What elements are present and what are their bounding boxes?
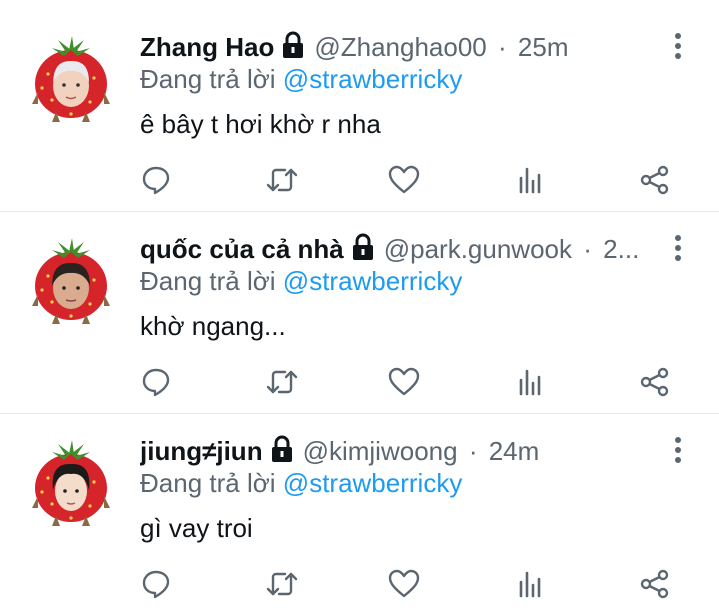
retweet-button[interactable] — [264, 364, 300, 400]
lock-icon — [271, 435, 292, 462]
separator: · — [583, 234, 592, 264]
tweet-item[interactable]: quốc của cả nhà @park.gunwook · 2... Đang… — [0, 212, 719, 413]
bar-chart-icon — [519, 571, 541, 598]
replying-to: Đang trả lời @strawberricky — [140, 467, 462, 499]
views-button[interactable] — [512, 364, 548, 400]
share-button[interactable] — [637, 162, 673, 198]
retweet-icon — [266, 572, 298, 596]
more-vertical-icon[interactable] — [666, 435, 690, 465]
heart-icon — [388, 569, 420, 598]
retweet-icon — [266, 168, 298, 192]
reply-button[interactable] — [138, 162, 174, 198]
tweet-item[interactable]: Zhang Hao @Zhanghao00 · 25m Đang trả lời … — [0, 0, 719, 211]
reply-icon — [142, 570, 170, 599]
views-button[interactable] — [512, 566, 548, 602]
user-handle[interactable]: @Zhanghao00 — [314, 32, 486, 62]
share-icon — [640, 165, 669, 195]
mention-link[interactable]: @strawberricky — [283, 468, 463, 498]
action-bar — [0, 566, 719, 602]
reply-button[interactable] — [138, 364, 174, 400]
retweet-icon — [266, 370, 298, 394]
tweet-text: gì vay troi — [140, 513, 253, 543]
replying-to: Đang trả lời @strawberricky — [140, 265, 462, 297]
mention-link[interactable]: @strawberricky — [283, 64, 463, 94]
heart-icon — [388, 165, 420, 194]
display-name[interactable]: jiung≠jiun — [140, 436, 263, 466]
heart-icon — [388, 367, 420, 396]
share-icon — [640, 569, 669, 599]
replying-to-label: Đang trả lời — [140, 64, 276, 94]
reply-icon — [142, 166, 170, 195]
more-vertical-icon[interactable] — [666, 31, 690, 61]
more-vertical-icon[interactable] — [666, 233, 690, 263]
like-button[interactable] — [386, 566, 422, 602]
share-button[interactable] — [637, 364, 673, 400]
tweet-item[interactable]: jiung≠jiun @kimjiwoong · 24m Đang trả lời… — [0, 414, 719, 610]
display-name[interactable]: Zhang Hao — [140, 32, 274, 62]
bar-chart-icon — [519, 167, 541, 194]
tweet-text: ê bây t hơi khờ r nha — [140, 109, 381, 139]
lock-icon — [352, 233, 373, 260]
mention-link[interactable]: @strawberricky — [283, 266, 463, 296]
separator: · — [498, 32, 507, 62]
like-button[interactable] — [386, 162, 422, 198]
avatar[interactable] — [28, 434, 114, 526]
views-button[interactable] — [512, 162, 548, 198]
share-button[interactable] — [637, 566, 673, 602]
avatar[interactable] — [28, 30, 114, 122]
bar-chart-icon — [519, 369, 541, 396]
replying-to-label: Đang trả lời — [140, 468, 276, 498]
tweet-text: khờ ngang... — [140, 311, 286, 341]
lock-icon — [283, 31, 304, 58]
like-button[interactable] — [386, 364, 422, 400]
timestamp[interactable]: 24m — [489, 436, 540, 466]
user-handle[interactable]: @park.gunwook — [384, 234, 572, 264]
display-name[interactable]: quốc của cả nhà — [140, 234, 344, 264]
share-icon — [640, 367, 669, 397]
reply-button[interactable] — [138, 566, 174, 602]
replying-to: Đang trả lời @strawberricky — [140, 63, 462, 95]
replying-to-label: Đang trả lời — [140, 266, 276, 296]
action-bar — [0, 364, 719, 400]
retweet-button[interactable] — [264, 162, 300, 198]
avatar[interactable] — [28, 232, 114, 324]
separator: · — [468, 436, 478, 466]
timestamp[interactable]: 2... — [603, 234, 639, 264]
reply-icon — [142, 368, 170, 397]
timestamp[interactable]: 25m — [518, 32, 569, 62]
retweet-button[interactable] — [264, 566, 300, 602]
user-handle[interactable]: @kimjiwoong — [303, 436, 458, 466]
action-bar — [0, 162, 719, 198]
